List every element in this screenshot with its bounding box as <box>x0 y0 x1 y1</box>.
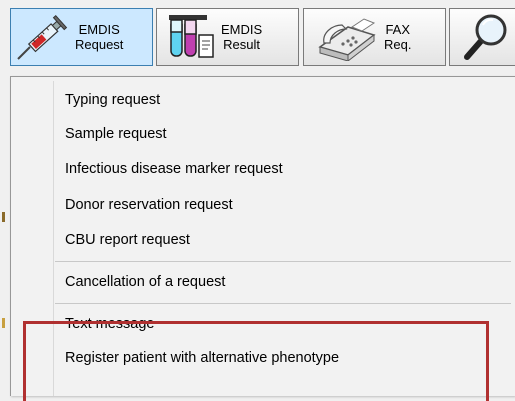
syringe-icon <box>11 9 75 65</box>
menu-item-sample-request[interactable]: Sample request <box>65 125 167 143</box>
fax-request-label: FAX Req. <box>384 22 412 52</box>
fax-request-button[interactable]: FAX Req. <box>303 8 446 66</box>
menu-item-cbu-report-request[interactable]: CBU report request <box>65 231 190 249</box>
menu-item-cancellation-of-a-request[interactable]: Cancellation of a request <box>65 273 225 291</box>
test-tubes-icon <box>157 9 221 65</box>
emdis-request-label: EMDIS Request <box>75 22 124 52</box>
menu-item-donor-reservation-request[interactable]: Donor reservation request <box>65 196 233 214</box>
highlight-annotation-box <box>23 321 489 401</box>
search-button[interactable] <box>449 8 515 66</box>
edge-marker <box>2 318 5 328</box>
emdis-result-label: EMDIS Result <box>221 22 263 52</box>
left-panel-edge <box>0 70 10 396</box>
emdis-request-button[interactable]: EMDIS Request <box>10 8 153 66</box>
toolbar: EMDIS Request EMDIS Result FAX Req. <box>0 0 515 70</box>
magnifier-icon <box>450 9 515 65</box>
menu-item-infectious-disease-marker-request[interactable]: Infectious disease marker request <box>65 160 283 178</box>
fax-machine-icon <box>304 9 384 65</box>
edge-marker <box>2 212 5 222</box>
menu-separator <box>55 303 511 304</box>
menu-item-typing-request[interactable]: Typing request <box>65 91 160 109</box>
menu-separator <box>55 261 511 262</box>
emdis-result-button[interactable]: EMDIS Result <box>156 8 299 66</box>
